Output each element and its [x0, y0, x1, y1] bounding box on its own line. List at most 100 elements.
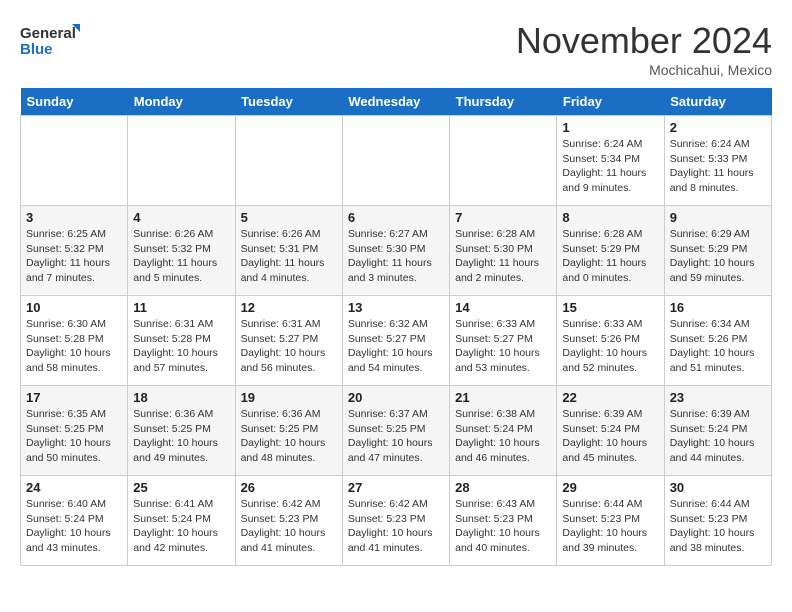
- weekday-header-tuesday: Tuesday: [235, 88, 342, 116]
- calendar-cell: 13 Sunrise: 6:32 AMSunset: 5:27 PMDayligh…: [342, 296, 449, 386]
- day-number: 29: [562, 480, 658, 495]
- day-info: Sunrise: 6:44 AMSunset: 5:23 PMDaylight:…: [562, 497, 658, 556]
- day-info: Sunrise: 6:37 AMSunset: 5:25 PMDaylight:…: [348, 407, 444, 466]
- calendar-cell: 3Sunrise: 6:25 AMSunset: 5:32 PMDaylight…: [21, 206, 128, 296]
- day-info: Sunrise: 6:35 AMSunset: 5:25 PMDaylight:…: [26, 407, 122, 466]
- day-number: 23: [670, 390, 766, 405]
- calendar-cell: 11 Sunrise: 6:31 AMSunset: 5:28 PMDayligh…: [128, 296, 235, 386]
- day-number: 2: [670, 120, 766, 135]
- weekday-header-wednesday: Wednesday: [342, 88, 449, 116]
- day-info: Sunrise: 6:30 AMSunset: 5:28 PMDaylight:…: [26, 317, 122, 376]
- weekday-header-sunday: Sunday: [21, 88, 128, 116]
- day-number: 13: [348, 300, 444, 315]
- calendar-week-3: 10Sunrise: 6:30 AMSunset: 5:28 PMDayligh…: [21, 296, 772, 386]
- calendar-cell: 19 Sunrise: 6:36 AMSunset: 5:25 PMDayligh…: [235, 386, 342, 476]
- calendar-cell: 29 Sunrise: 6:44 AMSunset: 5:23 PMDayligh…: [557, 476, 664, 566]
- day-info: Sunrise: 6:36 AMSunset: 5:25 PMDaylight:…: [241, 407, 337, 466]
- day-info: Sunrise: 6:42 AMSunset: 5:23 PMDaylight:…: [241, 497, 337, 556]
- calendar-cell: 20 Sunrise: 6:37 AMSunset: 5:25 PMDayligh…: [342, 386, 449, 476]
- weekday-header-row: SundayMondayTuesdayWednesdayThursdayFrid…: [21, 88, 772, 116]
- calendar-week-4: 17 Sunrise: 6:35 AMSunset: 5:25 PMDayligh…: [21, 386, 772, 476]
- location: Mochicahui, Mexico: [516, 62, 772, 78]
- calendar-cell: 1 Sunrise: 6:24 AMSunset: 5:34 PMDaylight…: [557, 116, 664, 206]
- day-number: 6: [348, 210, 444, 225]
- day-number: 3: [26, 210, 122, 225]
- day-info: Sunrise: 6:40 AMSunset: 5:24 PMDaylight:…: [26, 497, 122, 556]
- weekday-header-monday: Monday: [128, 88, 235, 116]
- calendar-cell: 5 Sunrise: 6:26 AMSunset: 5:31 PMDaylight…: [235, 206, 342, 296]
- day-info: Sunrise: 6:42 AMSunset: 5:23 PMDaylight:…: [348, 497, 444, 556]
- day-number: 27: [348, 480, 444, 495]
- calendar-week-2: 3Sunrise: 6:25 AMSunset: 5:32 PMDaylight…: [21, 206, 772, 296]
- day-info: Sunrise: 6:26 AMSunset: 5:31 PMDaylight:…: [241, 227, 337, 286]
- day-info: Sunrise: 6:39 AMSunset: 5:24 PMDaylight:…: [562, 407, 658, 466]
- calendar-cell: [128, 116, 235, 206]
- day-number: 25: [133, 480, 229, 495]
- logo: General Blue: [20, 20, 80, 65]
- day-info: Sunrise: 6:26 AMSunset: 5:32 PMDaylight:…: [133, 227, 229, 286]
- calendar-cell: 16 Sunrise: 6:34 AMSunset: 5:26 PMDayligh…: [664, 296, 771, 386]
- calendar-cell: [450, 116, 557, 206]
- calendar-cell: [235, 116, 342, 206]
- day-number: 16: [670, 300, 766, 315]
- day-number: 4: [133, 210, 229, 225]
- day-number: 20: [348, 390, 444, 405]
- weekday-header-saturday: Saturday: [664, 88, 771, 116]
- day-info: Sunrise: 6:31 AMSunset: 5:27 PMDaylight:…: [241, 317, 337, 376]
- calendar-cell: 26 Sunrise: 6:42 AMSunset: 5:23 PMDayligh…: [235, 476, 342, 566]
- weekday-header-thursday: Thursday: [450, 88, 557, 116]
- calendar-cell: 18Sunrise: 6:36 AMSunset: 5:25 PMDayligh…: [128, 386, 235, 476]
- day-number: 5: [241, 210, 337, 225]
- calendar-cell: 15 Sunrise: 6:33 AMSunset: 5:26 PMDayligh…: [557, 296, 664, 386]
- weekday-header-friday: Friday: [557, 88, 664, 116]
- calendar-week-1: 1 Sunrise: 6:24 AMSunset: 5:34 PMDaylight…: [21, 116, 772, 206]
- calendar-cell: 14 Sunrise: 6:33 AMSunset: 5:27 PMDayligh…: [450, 296, 557, 386]
- calendar-week-5: 24 Sunrise: 6:40 AMSunset: 5:24 PMDayligh…: [21, 476, 772, 566]
- day-info: Sunrise: 6:33 AMSunset: 5:27 PMDaylight:…: [455, 317, 551, 376]
- day-info: Sunrise: 6:43 AMSunset: 5:23 PMDaylight:…: [455, 497, 551, 556]
- day-number: 19: [241, 390, 337, 405]
- calendar-cell: 30 Sunrise: 6:44 AMSunset: 5:23 PMDayligh…: [664, 476, 771, 566]
- calendar-cell: 25 Sunrise: 6:41 AMSunset: 5:24 PMDayligh…: [128, 476, 235, 566]
- day-number: 7: [455, 210, 551, 225]
- day-number: 11: [133, 300, 229, 315]
- day-number: 28: [455, 480, 551, 495]
- day-number: 1: [562, 120, 658, 135]
- day-number: 24: [26, 480, 122, 495]
- day-info: Sunrise: 6:27 AMSunset: 5:30 PMDaylight:…: [348, 227, 444, 286]
- day-info: Sunrise: 6:39 AMSunset: 5:24 PMDaylight:…: [670, 407, 766, 466]
- day-info: Sunrise: 6:34 AMSunset: 5:26 PMDaylight:…: [670, 317, 766, 376]
- day-number: 26: [241, 480, 337, 495]
- calendar-cell: 21Sunrise: 6:38 AMSunset: 5:24 PMDayligh…: [450, 386, 557, 476]
- day-number: 18: [133, 390, 229, 405]
- day-number: 9: [670, 210, 766, 225]
- day-info: Sunrise: 6:41 AMSunset: 5:24 PMDaylight:…: [133, 497, 229, 556]
- calendar-cell: 22Sunrise: 6:39 AMSunset: 5:24 PMDayligh…: [557, 386, 664, 476]
- calendar-cell: 10Sunrise: 6:30 AMSunset: 5:28 PMDayligh…: [21, 296, 128, 386]
- calendar-cell: 23 Sunrise: 6:39 AMSunset: 5:24 PMDayligh…: [664, 386, 771, 476]
- svg-text:Blue: Blue: [20, 41, 53, 58]
- calendar-cell: 4 Sunrise: 6:26 AMSunset: 5:32 PMDaylight…: [128, 206, 235, 296]
- day-number: 12: [241, 300, 337, 315]
- logo-svg: General Blue: [20, 20, 80, 65]
- calendar-cell: 17 Sunrise: 6:35 AMSunset: 5:25 PMDayligh…: [21, 386, 128, 476]
- day-info: Sunrise: 6:32 AMSunset: 5:27 PMDaylight:…: [348, 317, 444, 376]
- calendar-cell: 24 Sunrise: 6:40 AMSunset: 5:24 PMDayligh…: [21, 476, 128, 566]
- day-number: 14: [455, 300, 551, 315]
- calendar-cell: 6 Sunrise: 6:27 AMSunset: 5:30 PMDaylight…: [342, 206, 449, 296]
- calendar-cell: [342, 116, 449, 206]
- calendar-cell: 9Sunrise: 6:29 AMSunset: 5:29 PMDaylight…: [664, 206, 771, 296]
- day-info: Sunrise: 6:33 AMSunset: 5:26 PMDaylight:…: [562, 317, 658, 376]
- day-number: 8: [562, 210, 658, 225]
- day-info: Sunrise: 6:44 AMSunset: 5:23 PMDaylight:…: [670, 497, 766, 556]
- calendar-table: SundayMondayTuesdayWednesdayThursdayFrid…: [20, 88, 772, 566]
- svg-text:General: General: [20, 25, 76, 42]
- day-number: 17: [26, 390, 122, 405]
- day-number: 21: [455, 390, 551, 405]
- day-number: 15: [562, 300, 658, 315]
- calendar-cell: [21, 116, 128, 206]
- day-info: Sunrise: 6:24 AMSunset: 5:34 PMDaylight:…: [562, 137, 658, 196]
- header: General Blue November 2024 Mochicahui, M…: [20, 20, 772, 78]
- day-number: 30: [670, 480, 766, 495]
- day-info: Sunrise: 6:31 AMSunset: 5:28 PMDaylight:…: [133, 317, 229, 376]
